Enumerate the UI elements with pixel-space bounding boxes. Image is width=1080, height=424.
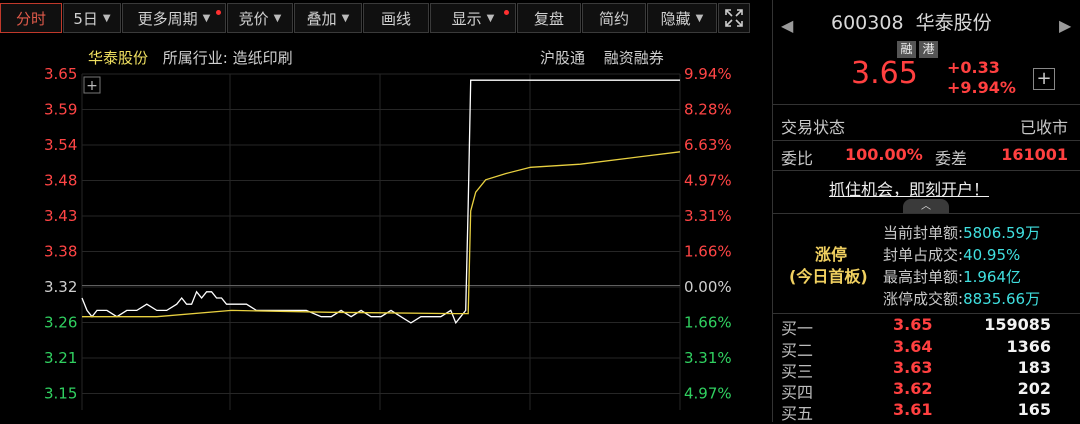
y-tick-right: 3.31% [684, 207, 732, 225]
bid-row: 买五 3.61 165 [781, 400, 1051, 423]
tab-label: 竞价 [238, 9, 269, 28]
tab-label: 隐藏 [660, 9, 691, 28]
tab-label: 复盘 [533, 9, 564, 28]
y-tick-left: 3.59 [44, 101, 77, 119]
chevron-up-icon: ︿ [921, 201, 931, 212]
tab-overlay[interactable]: 叠加 ▼ [294, 3, 362, 33]
y-tick-left: 3.48 [44, 172, 77, 190]
weicha-label: 委差 [935, 149, 968, 168]
divider [773, 140, 1080, 141]
weibi-label: 委比 [781, 149, 814, 168]
y-tick-right: 8.28% [684, 101, 732, 119]
chart-series [81, 79, 681, 325]
expand-icon [725, 9, 743, 27]
stock-code: 600308 [831, 12, 904, 34]
tab-label: 叠加 [306, 9, 337, 28]
notification-dot-icon [216, 10, 221, 15]
weicha-value: 161001 [1001, 145, 1068, 164]
y-tick-left: 3.21 [44, 349, 77, 367]
chart-grid [81, 73, 681, 410]
tab-label: 画线 [380, 9, 411, 28]
bid-row: 买一 3.65 159085 [781, 315, 1051, 338]
y-tick-left: 3.15 [44, 385, 77, 403]
y-tick-right: 1.66% [684, 314, 732, 332]
bid-row: 买四 3.62 202 [781, 379, 1051, 402]
plus-icon: + [1036, 68, 1052, 89]
last-price: 3.65 [851, 56, 918, 91]
divider [773, 313, 1080, 314]
y-tick-right: 0.00% [684, 278, 732, 296]
price-change-pct: +9.94% [947, 78, 1016, 97]
prev-stock-icon[interactable]: ◀ [781, 16, 793, 35]
y-axis-left: 3.65 3.59 3.54 3.48 3.43 3.38 3.32 3.26 3.21 3.15 [44, 65, 77, 403]
y-tick-left: 3.54 [44, 136, 77, 154]
y-tick-right: 1.66% [684, 243, 732, 261]
y-tick-right: 9.94% [684, 65, 732, 83]
y-tick-right: 4.97% [684, 172, 732, 190]
seal-stats: 当前封单额:5806.59万 封单占成交:40.95% 最高封单额:1.964亿… [883, 222, 1040, 310]
caret-down-icon: ▼ [273, 12, 282, 24]
divider [773, 170, 1080, 171]
status-label: 交易状态 [781, 118, 846, 137]
tab-display[interactable]: 显示 ▼ [430, 3, 516, 33]
divider [773, 104, 1080, 105]
fullscreen-button[interactable] [718, 3, 750, 33]
seal-stat-row: 当前封单额:5806.59万 [883, 224, 1041, 242]
intraday-chart[interactable]: 3.65 3.59 3.54 3.48 3.43 3.38 3.32 3.26 3.21 3.15… [0, 40, 766, 422]
y-tick-left: 3.26 [44, 314, 77, 332]
seal-stat-row: 封单占成交:40.95% [883, 246, 1021, 264]
tab-label: 分时 [15, 9, 46, 28]
y-tick-left: 3.38 [44, 243, 77, 261]
caret-down-icon: ▼ [695, 12, 704, 24]
price-line [81, 79, 680, 325]
tab-hide[interactable]: 隐藏 ▼ [647, 3, 717, 33]
notification-dot-icon [504, 10, 509, 15]
stock-tags: 融港 [897, 38, 941, 58]
caret-down-icon: ▼ [341, 12, 350, 24]
tab-label: 简约 [598, 9, 629, 28]
seal-stat-row: 最高封单额:1.964亿 [883, 268, 1022, 286]
tab-intraday[interactable]: 分时 [0, 3, 62, 33]
bid-row: 买二 3.64 1366 [781, 337, 1051, 360]
y-tick-left: 3.65 [44, 65, 77, 83]
hk-connect-tag: 港 [919, 41, 938, 58]
limit-up-subtitle: (今日首板) [789, 267, 868, 286]
collapse-button[interactable]: ︿ [903, 199, 949, 213]
y-tick-right: 6.63% [684, 136, 732, 154]
bid-row: 买三 3.63 183 [781, 358, 1051, 381]
caret-down-icon: ▼ [102, 12, 111, 24]
price-change: +0.33 [947, 58, 1000, 77]
chart-toolbar: 分时 5日 ▼ 更多周期 ▼ 竞价 ▼ 叠加 ▼ 画线 显示 ▼ 复盘 简约 隐藏 ▼ [0, 3, 766, 35]
next-stock-icon[interactable]: ▶ [1059, 16, 1071, 35]
y-tick-right: 3.31% [684, 349, 732, 367]
caret-down-icon: ▼ [202, 12, 211, 24]
tab-draw-line[interactable]: 画线 [363, 3, 429, 33]
tab-label: 显示 [451, 9, 482, 28]
y-tick-left: 3.43 [44, 207, 77, 225]
tab-label: 5日 [73, 9, 98, 28]
caret-down-icon: ▼ [486, 12, 495, 24]
quote-panel: ◀ ▶ 600308 华泰股份 融港 3.65 +0.33 +9.94% + 交… [772, 0, 1080, 423]
y-tick-right: 4.97% [684, 385, 732, 403]
stock-name: 华泰股份 [915, 12, 992, 34]
tab-5day[interactable]: 5日 ▼ [63, 3, 121, 33]
add-watchlist-button[interactable]: + [1033, 68, 1055, 90]
tab-simple[interactable]: 简约 [582, 3, 646, 33]
tab-more-periods[interactable]: 更多周期 ▼ [122, 3, 226, 33]
seal-stat-row: 涨停成交额:8835.66万 [883, 290, 1041, 308]
stock-header: 600308 华泰股份 [831, 8, 992, 35]
y-axis-right: 9.94% 8.28% 6.63% 4.97% 3.31% 1.66% 0.00% 1.66%… [684, 65, 732, 403]
tab-label: 更多周期 [137, 9, 198, 28]
limit-up-title: 涨停 [815, 245, 848, 264]
y-tick-left: 3.32 [44, 278, 77, 296]
status-value: 已收市 [1019, 118, 1068, 137]
weibi-value: 100.00% [845, 145, 923, 164]
add-indicator-button[interactable]: + [83, 76, 101, 94]
divider [773, 213, 1080, 214]
tab-auction[interactable]: 竞价 ▼ [227, 3, 293, 33]
avg-price-line [82, 151, 681, 318]
open-account-link[interactable]: 抓住机会，即刻开户！ [829, 176, 989, 200]
plus-icon: + [86, 78, 98, 94]
tab-replay[interactable]: 复盘 [517, 3, 581, 33]
